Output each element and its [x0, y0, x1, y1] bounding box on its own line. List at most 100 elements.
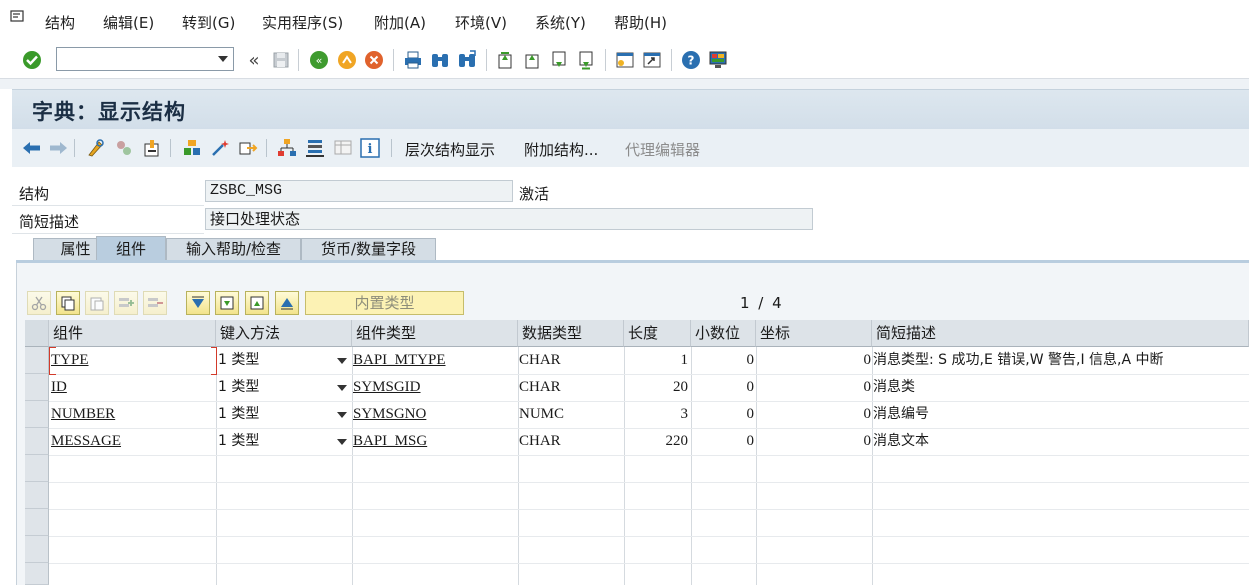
page-up-icon[interactable]	[245, 291, 269, 315]
previous-page-icon[interactable]	[521, 49, 543, 71]
customize-layout-icon[interactable]	[707, 49, 729, 71]
cut-icon[interactable]	[27, 291, 51, 315]
chevron-down-icon[interactable]	[337, 439, 347, 445]
tab-components[interactable]: 组件	[96, 236, 166, 262]
print-icon[interactable]	[402, 49, 424, 71]
command-input[interactable]	[60, 49, 214, 71]
chevron-down-icon[interactable]	[337, 412, 347, 418]
menu-structure[interactable]: 结构	[45, 12, 75, 33]
component-type[interactable]: SYMSGID	[353, 374, 421, 401]
sort-down-icon[interactable]	[186, 291, 210, 315]
column-header-length[interactable]: 长度	[624, 320, 691, 347]
next-page-icon[interactable]	[548, 49, 570, 71]
find-icon[interactable]	[429, 49, 451, 71]
hierarchy-icon[interactable]	[277, 138, 297, 158]
back-icon[interactable]: «	[308, 49, 330, 71]
component-type[interactable]: BAPI_MTYPE	[353, 347, 446, 374]
proxy-editor-button[interactable]: 代理编辑器	[625, 139, 700, 160]
delete-row-icon[interactable]	[143, 291, 167, 315]
system-menu-icon[interactable]	[10, 10, 26, 24]
data-type: CHAR	[519, 433, 561, 449]
component-name[interactable]: TYPE	[51, 347, 89, 374]
column-header-decimals[interactable]: 小数位	[691, 320, 756, 347]
menu-goto[interactable]: 转到(G)	[182, 12, 235, 33]
menu-extras[interactable]: 附加(A)	[374, 12, 426, 33]
column-header-coordinate[interactable]: 坐标	[756, 320, 872, 347]
length: 3	[680, 406, 689, 422]
row-selector[interactable]	[25, 509, 49, 536]
row-selector[interactable]	[25, 455, 49, 482]
last-page-icon[interactable]	[575, 49, 597, 71]
hierarchy-display-button[interactable]: 层次结构显示	[405, 139, 495, 160]
component-name[interactable]: NUMBER	[51, 401, 115, 428]
enter-icon[interactable]	[21, 49, 43, 71]
menu-environment[interactable]: 环境(V)	[455, 12, 507, 33]
column-header-data-type[interactable]: 数据类型	[518, 320, 624, 347]
coordinate: 0	[863, 352, 872, 368]
component-type[interactable]: SYMSGNO	[353, 401, 426, 428]
magic-wand-icon[interactable]	[210, 138, 230, 158]
back-arrow-icon[interactable]	[22, 138, 42, 158]
builtin-type-button[interactable]: 内置类型	[305, 291, 464, 315]
find-next-icon[interactable]	[456, 49, 478, 71]
menu-system[interactable]: 系统(Y)	[535, 12, 586, 33]
typing-method[interactable]: 1 类型	[218, 428, 259, 455]
row-selector[interactable]	[25, 401, 49, 428]
column-header-component[interactable]: 组件	[49, 320, 216, 347]
paste-icon[interactable]	[85, 291, 109, 315]
chevron-down-icon[interactable]	[218, 56, 228, 62]
shortcut-icon[interactable]	[641, 49, 663, 71]
command-field[interactable]	[56, 47, 234, 71]
tab-currency-quantity-fields[interactable]: 货币/数量字段	[301, 238, 436, 260]
typing-method[interactable]: 1 类型	[218, 347, 259, 374]
typing-method[interactable]: 1 类型	[218, 401, 259, 428]
forward-arrow-icon[interactable]	[48, 138, 68, 158]
copy-icon[interactable]	[56, 291, 80, 315]
row-selector[interactable]	[25, 347, 49, 374]
column-header-component-type[interactable]: 组件类型	[352, 320, 518, 347]
typing-method[interactable]: 1 类型	[218, 374, 259, 401]
decimals: 0	[746, 379, 755, 395]
menu-utilities[interactable]: 实用程序(S)	[262, 12, 343, 33]
help-icon[interactable]: ?	[680, 49, 702, 71]
where-used-icon[interactable]	[142, 138, 162, 158]
short-description-label: 简短描述	[19, 213, 80, 231]
cancel-icon[interactable]	[363, 49, 385, 71]
column-header-short-description[interactable]: 简短描述	[872, 320, 1249, 347]
select-all-corner[interactable]	[25, 320, 49, 347]
create-session-icon[interactable]	[614, 49, 636, 71]
menu-edit[interactable]: 编辑(E)	[103, 12, 154, 33]
append-structure-button[interactable]: 附加结构...	[524, 139, 598, 160]
insert-row-icon[interactable]	[114, 291, 138, 315]
row-selector[interactable]	[25, 428, 49, 455]
column-header-typing-method[interactable]: 键入方法	[216, 320, 352, 347]
chevron-down-icon[interactable]	[337, 358, 347, 364]
row-selector[interactable]	[25, 482, 49, 509]
chevron-down-icon[interactable]	[337, 385, 347, 391]
activate-icon[interactable]	[114, 138, 134, 158]
component-name[interactable]: ID	[51, 374, 67, 401]
object-list-icon[interactable]	[182, 138, 202, 158]
row-selector[interactable]	[25, 374, 49, 401]
exit-icon[interactable]	[336, 49, 358, 71]
short-description-field[interactable]: 接口处理状态	[205, 208, 813, 230]
component-type[interactable]: BAPI_MSG	[353, 428, 427, 455]
first-page-icon[interactable]	[494, 49, 516, 71]
structure-name-field[interactable]: ZSBC_MSG	[205, 180, 513, 202]
tab-input-help-check[interactable]: 输入帮助/检查	[166, 238, 301, 260]
sort-up-icon[interactable]	[275, 291, 299, 315]
data-type: NUMC	[519, 406, 565, 422]
save-icon[interactable]	[270, 49, 292, 71]
info-icon[interactable]: i	[360, 138, 380, 158]
display-change-icon[interactable]	[86, 138, 106, 158]
table-view-icon[interactable]	[333, 138, 353, 158]
row-selector[interactable]	[25, 563, 49, 585]
menu-help[interactable]: 帮助(H)	[614, 12, 667, 33]
back-nav-icon[interactable]: «	[243, 49, 265, 71]
page-down-icon[interactable]	[215, 291, 239, 315]
technical-settings-icon[interactable]	[305, 138, 325, 158]
short-description: 消息类	[873, 379, 915, 395]
component-name[interactable]: MESSAGE	[51, 428, 121, 455]
row-selector[interactable]	[25, 536, 49, 563]
navigate-icon[interactable]	[238, 138, 258, 158]
